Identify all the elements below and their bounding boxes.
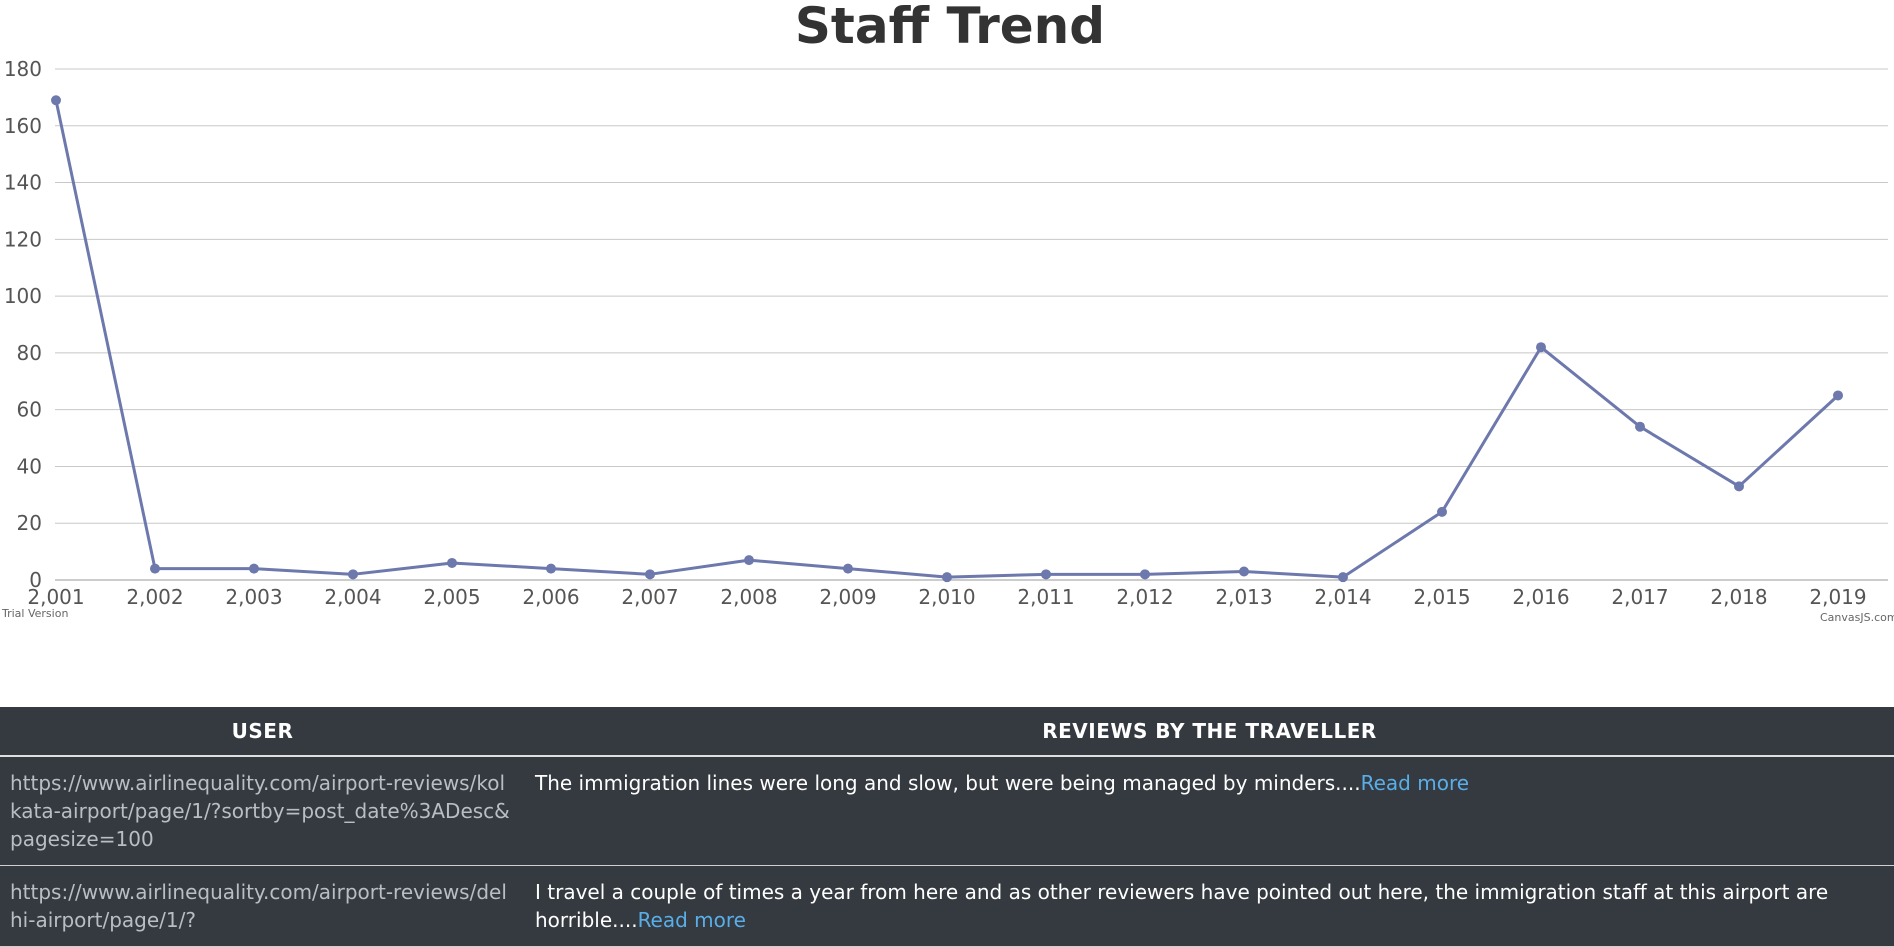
chart-title: Staff Trend [795,0,1105,55]
x-tick-label: 2,016 [1512,585,1569,609]
data-point[interactable] [942,572,952,583]
x-tick-label: 2,008 [720,585,777,609]
read-more-link[interactable]: Read more [638,908,746,932]
x-tick-label: 2,018 [1710,585,1767,609]
data-point[interactable] [51,95,61,106]
x-tick-label: 2,009 [819,585,876,609]
x-tick-label: 2,011 [1017,585,1074,609]
data-point[interactable] [249,563,259,574]
series-line [54,99,1840,579]
x-tick-label: 2,015 [1413,585,1470,609]
data-point[interactable] [447,557,457,568]
y-tick-label: 100 [4,284,42,308]
canvasjs-credit[interactable]: CanvasJS.com [1820,611,1894,624]
user-cell: https://www.airlinequality.com/airport-r… [0,756,525,866]
x-tick-label: 2,007 [621,585,678,609]
trial-version-label: Trial Version [1,607,68,620]
x-tick-label: 2,003 [225,585,282,609]
x-tick-label: 2,010 [918,585,975,609]
data-point[interactable] [843,563,853,574]
data-point[interactable] [348,569,358,580]
data-point[interactable] [1140,569,1150,580]
column-header-user: USER [0,707,525,757]
data-point[interactable] [1536,342,1546,353]
x-tick-label: 2,006 [522,585,579,609]
table-row: https://www.airlinequality.com/airport-r… [0,865,1894,947]
data-point[interactable] [1833,390,1843,401]
table-row: https://www.airlinequality.com/airport-r… [0,756,1894,866]
x-tick-label: 2,001 [27,585,84,609]
x-tick-label: 2,005 [423,585,480,609]
data-point[interactable] [645,569,655,580]
x-tick-label: 2,019 [1809,585,1866,609]
y-tick-label: 60 [17,398,42,422]
user-cell: https://www.airlinequality.com/airport-r… [0,865,525,947]
y-tick-label: 160 [4,114,42,138]
y-tick-label: 120 [4,227,42,251]
read-more-link[interactable]: Read more [1361,771,1469,795]
review-text: The immigration lines were long and slow… [535,771,1361,795]
x-tick-label: 2,012 [1116,585,1173,609]
y-tick-label: 80 [17,341,42,365]
data-point[interactable] [1041,569,1051,580]
x-tick-label: 2,014 [1314,585,1371,609]
x-tick-label: 2,004 [324,585,381,609]
y-tick-label: 20 [17,511,42,535]
data-point[interactable] [1239,566,1249,577]
data-point[interactable] [546,563,556,574]
data-point[interactable] [150,563,160,574]
x-tick-label: 2,013 [1215,585,1272,609]
data-point[interactable] [744,555,754,566]
reviews-table: USER REVIEWS BY THE TRAVELLER https://ww… [0,707,1894,947]
y-tick-label: 180 [4,57,42,81]
y-tick-label: 40 [17,454,42,478]
x-tick-label: 2,002 [126,585,183,609]
review-cell: The immigration lines were long and slow… [525,756,1894,866]
table-header-row: USER REVIEWS BY THE TRAVELLER [0,707,1894,757]
data-point[interactable] [1338,572,1348,583]
review-cell: I travel a couple of times a year from h… [525,865,1894,947]
staff-trend-chart: Staff Trend 020406080100120140160180 2,0… [1,0,1894,624]
data-point[interactable] [1734,481,1744,492]
data-point[interactable] [1437,506,1447,517]
column-header-reviews: REVIEWS BY THE TRAVELLER [525,707,1894,757]
y-tick-label: 140 [4,171,42,195]
x-tick-label: 2,017 [1611,585,1668,609]
data-point[interactable] [1635,421,1645,432]
